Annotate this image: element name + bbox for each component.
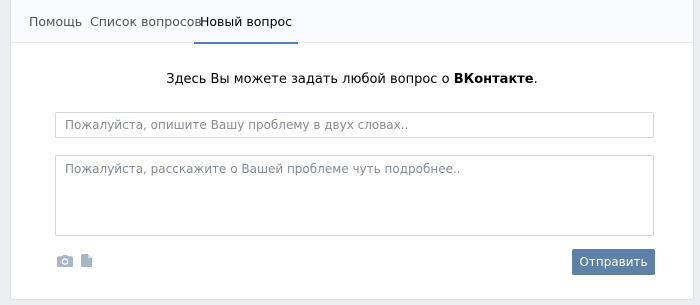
document-icon[interactable]: [81, 252, 92, 271]
intro-brand: ВКонтакте: [453, 72, 534, 87]
camera-icon[interactable]: [57, 252, 73, 271]
tab-help[interactable]: Помощь: [29, 0, 82, 43]
intro-text: Здесь Вы можете задать любой вопрос о ВК…: [11, 72, 693, 87]
question-body-textarea[interactable]: [55, 155, 654, 236]
tab-bar: Помощь Список вопросов Новый вопрос: [11, 0, 693, 44]
question-title-input[interactable]: [55, 112, 654, 138]
tab-new-question[interactable]: Новый вопрос: [193, 0, 299, 44]
support-card: Помощь Список вопросов Новый вопрос Здес…: [10, 0, 694, 300]
tab-question-list[interactable]: Список вопросов: [90, 0, 202, 43]
intro-prefix: Здесь Вы можете задать любой вопрос о: [166, 72, 454, 87]
intro-suffix: .: [533, 72, 538, 87]
submit-button[interactable]: Отправить: [572, 249, 655, 275]
